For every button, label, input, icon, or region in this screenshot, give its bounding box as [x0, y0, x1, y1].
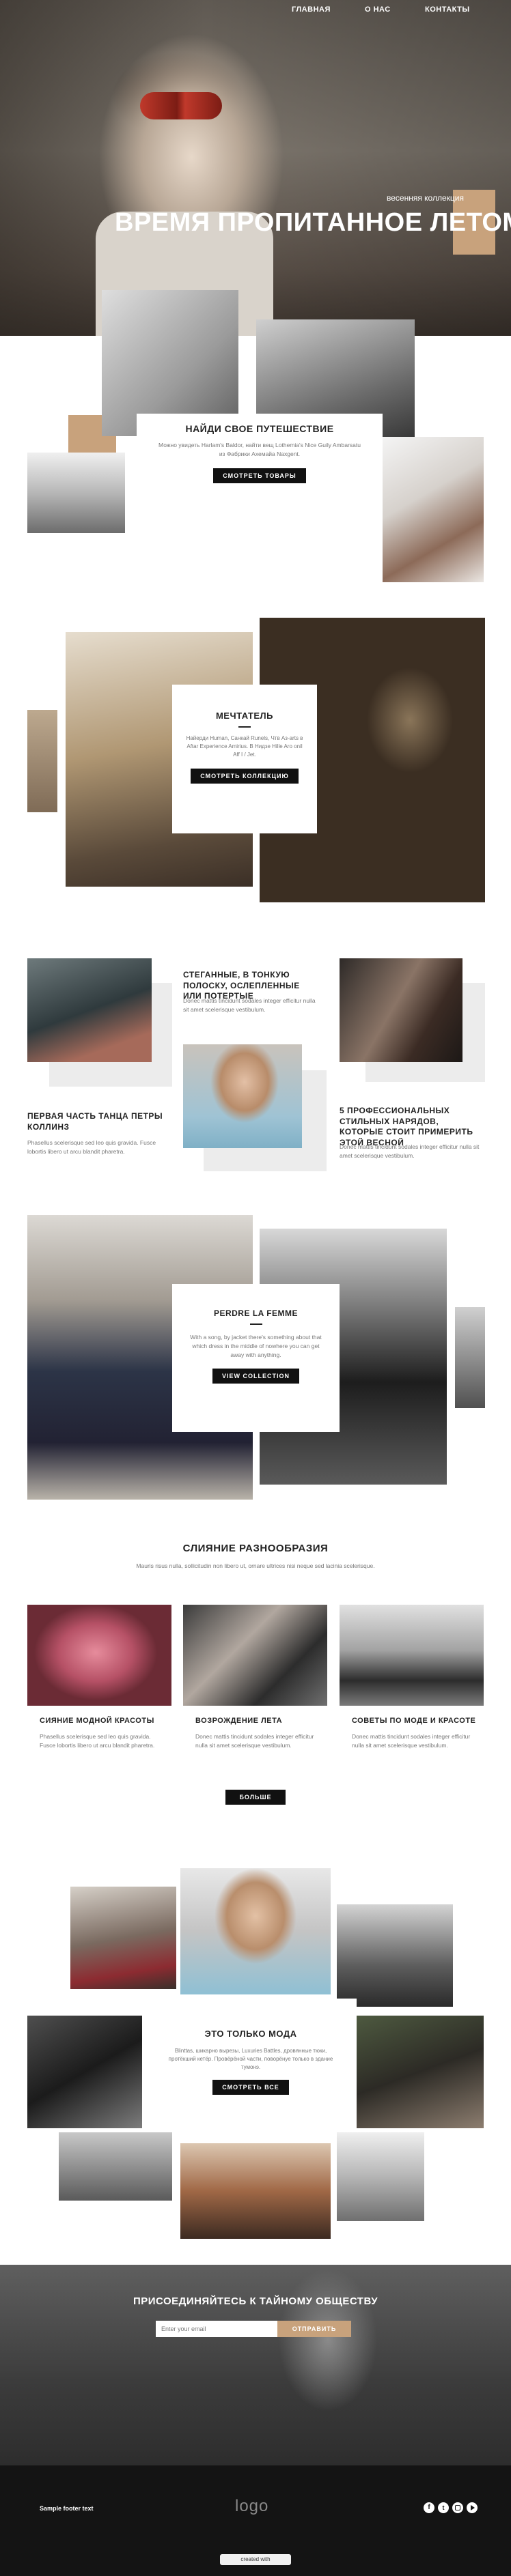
nav-contacts[interactable]: КОНТАКТЫ — [425, 5, 470, 14]
article-1-title[interactable]: ПЕРВАЯ ЧАСТЬ ТАНЦА ПЕТРЫ КОЛЛИНЗ — [27, 1111, 164, 1132]
hero-title: ВРЕМЯ ПРОПИТАННОЕ ЛЕТОМ — [115, 208, 511, 237]
fashion-text: Blinttas, шикарно вырезы, Luxuries Battl… — [168, 2048, 333, 2070]
diversity-card-1-text: Phasellus scelerisque sed leo quis gravi… — [40, 1733, 155, 1749]
twitter-icon[interactable]: t — [438, 2502, 449, 2513]
photo-two-women — [340, 958, 462, 1062]
photo-woman-bw — [59, 2132, 172, 2201]
divider — [249, 1323, 262, 1325]
divider — [238, 726, 251, 728]
photo-woman-laptop — [27, 453, 125, 533]
footer-logo[interactable]: logo — [235, 2497, 268, 2516]
nav-about[interactable]: О НАС — [365, 5, 391, 14]
dreamer-title: МЕЧТАТЕЛЬ — [215, 711, 274, 721]
journey-card: НАЙДИ СВОЕ ПУТЕШЕСТВИЕ Можно увидеть Har… — [137, 414, 383, 543]
femme-title: PERDRE LA FEMME — [213, 1308, 299, 1318]
newsletter-title: ПРИСОЕДИНЯЙТЕСЬ К ТАЙНОМУ ОБЩЕСТВУ — [133, 2295, 378, 2307]
newsletter-section: ПРИСОЕДИНЯЙТЕСЬ К ТАЙНОМУ ОБЩЕСТВУ ОТПРА… — [0, 2265, 511, 2465]
article-2-text: Donec mattis tincidunt sodales integer e… — [183, 997, 316, 1013]
photo-woman-blonde — [337, 2132, 424, 2221]
photo-two-women-sequins — [183, 1605, 327, 1706]
view-products-button[interactable]: СМОТРЕТЬ ТОВАРЫ — [213, 468, 306, 483]
femme-text: With a song, by jacket there's something… — [190, 1334, 322, 1358]
hero-sunglasses — [140, 92, 222, 119]
dreamer-card: МЕЧТАТЕЛЬ Найерди Human, Санкай Runels, … — [172, 685, 317, 833]
dreamer-text: Найерди Human, Санкай Runels, Чтв Аз-art… — [186, 735, 303, 758]
youtube-icon[interactable] — [467, 2502, 478, 2513]
diversity-card-1-title[interactable]: СИЯНИЕ МОДНОЙ КРАСОТЫ — [40, 1717, 169, 1725]
diversity-title: СЛИЯНИЕ РАЗНООБРАЗИЯ — [182, 1543, 329, 1554]
femme-card: PERDRE LA FEMME With a song, by jacket t… — [172, 1284, 340, 1432]
fashion-card: ЭТО ТОЛЬКО МОДА Blinttas, шикарно вырезы… — [145, 1999, 357, 2128]
view-collection-button[interactable]: СМОТРЕТЬ КОЛЛЕКЦИЮ — [191, 769, 299, 784]
submit-button[interactable]: ОТПРАВИТЬ — [277, 2321, 351, 2337]
photo-strip-left — [27, 710, 57, 812]
fashion-title: ЭТО ТОЛЬКО МОДА — [204, 2029, 297, 2039]
hero-kicker: весенняя коллекция — [387, 193, 464, 203]
photo-woman-pink-hair — [27, 1605, 171, 1706]
facebook-icon[interactable]: f — [424, 2502, 434, 2513]
badge-text: created with — [240, 2556, 271, 2562]
photo-woman-blue-top — [180, 1868, 331, 1994]
footer-text: Sample footer text — [40, 2505, 94, 2512]
nav-home[interactable]: ГЛАВНАЯ — [292, 5, 331, 14]
diversity-card-3-title[interactable]: СОВЕТЫ ПО МОДЕ И КРАСОТЕ — [352, 1717, 482, 1725]
journey-title: НАЙДИ СВОЕ ПУТЕШЕСТВИЕ — [185, 423, 334, 434]
photo-woman-green — [355, 2016, 484, 2128]
journey-text: Можно увидеть Harlam's Baldor, найти вещ… — [158, 442, 361, 457]
photo-woman-phone — [70, 1887, 176, 1989]
diversity-text: Mauris risus nulla, sollicitudin non lib… — [136, 1562, 375, 1569]
photo-woman-bench — [337, 1904, 453, 2007]
photo-man-jacket — [27, 2016, 142, 2128]
more-button[interactable]: БОЛЬШЕ — [225, 1790, 286, 1805]
photo-woman-blue-sweater — [183, 1044, 302, 1148]
photo-accessories-flatlay — [383, 437, 484, 582]
diversity-card-2-text: Donec mattis tincidunt sodales integer e… — [195, 1733, 314, 1749]
photo-woman-hat-field — [340, 1605, 484, 1706]
article-3-text: Donec mattis tincidunt sodales integer e… — [340, 1143, 480, 1159]
social-icons: f t — [424, 2502, 478, 2513]
created-with-badge[interactable]: created with — [220, 2554, 291, 2565]
diversity-card-3-text: Donec mattis tincidunt sodales integer e… — [352, 1733, 471, 1749]
hero-section: ГЛАВНАЯ О НАС КОНТАКТЫ весенняя коллекци… — [0, 0, 511, 336]
view-all-button[interactable]: СМОТРЕТЬ ВСЕ — [212, 2080, 289, 2095]
view-collection-button[interactable]: VIEW COLLECTION — [212, 1369, 299, 1384]
instagram-icon[interactable] — [452, 2502, 463, 2513]
photo-group-sunset — [180, 2143, 331, 2239]
diversity-card-2-title[interactable]: ВОЗРОЖДЕНИЕ ЛЕТА — [195, 1717, 325, 1725]
article-1-text: Phasellus scelerisque sed leo quis gravi… — [27, 1139, 156, 1155]
photo-strip-right — [455, 1307, 485, 1408]
email-input[interactable] — [156, 2321, 277, 2337]
footer: Sample footer text logo f t created with — [0, 2465, 511, 2576]
photo-woman-cap — [27, 958, 152, 1062]
